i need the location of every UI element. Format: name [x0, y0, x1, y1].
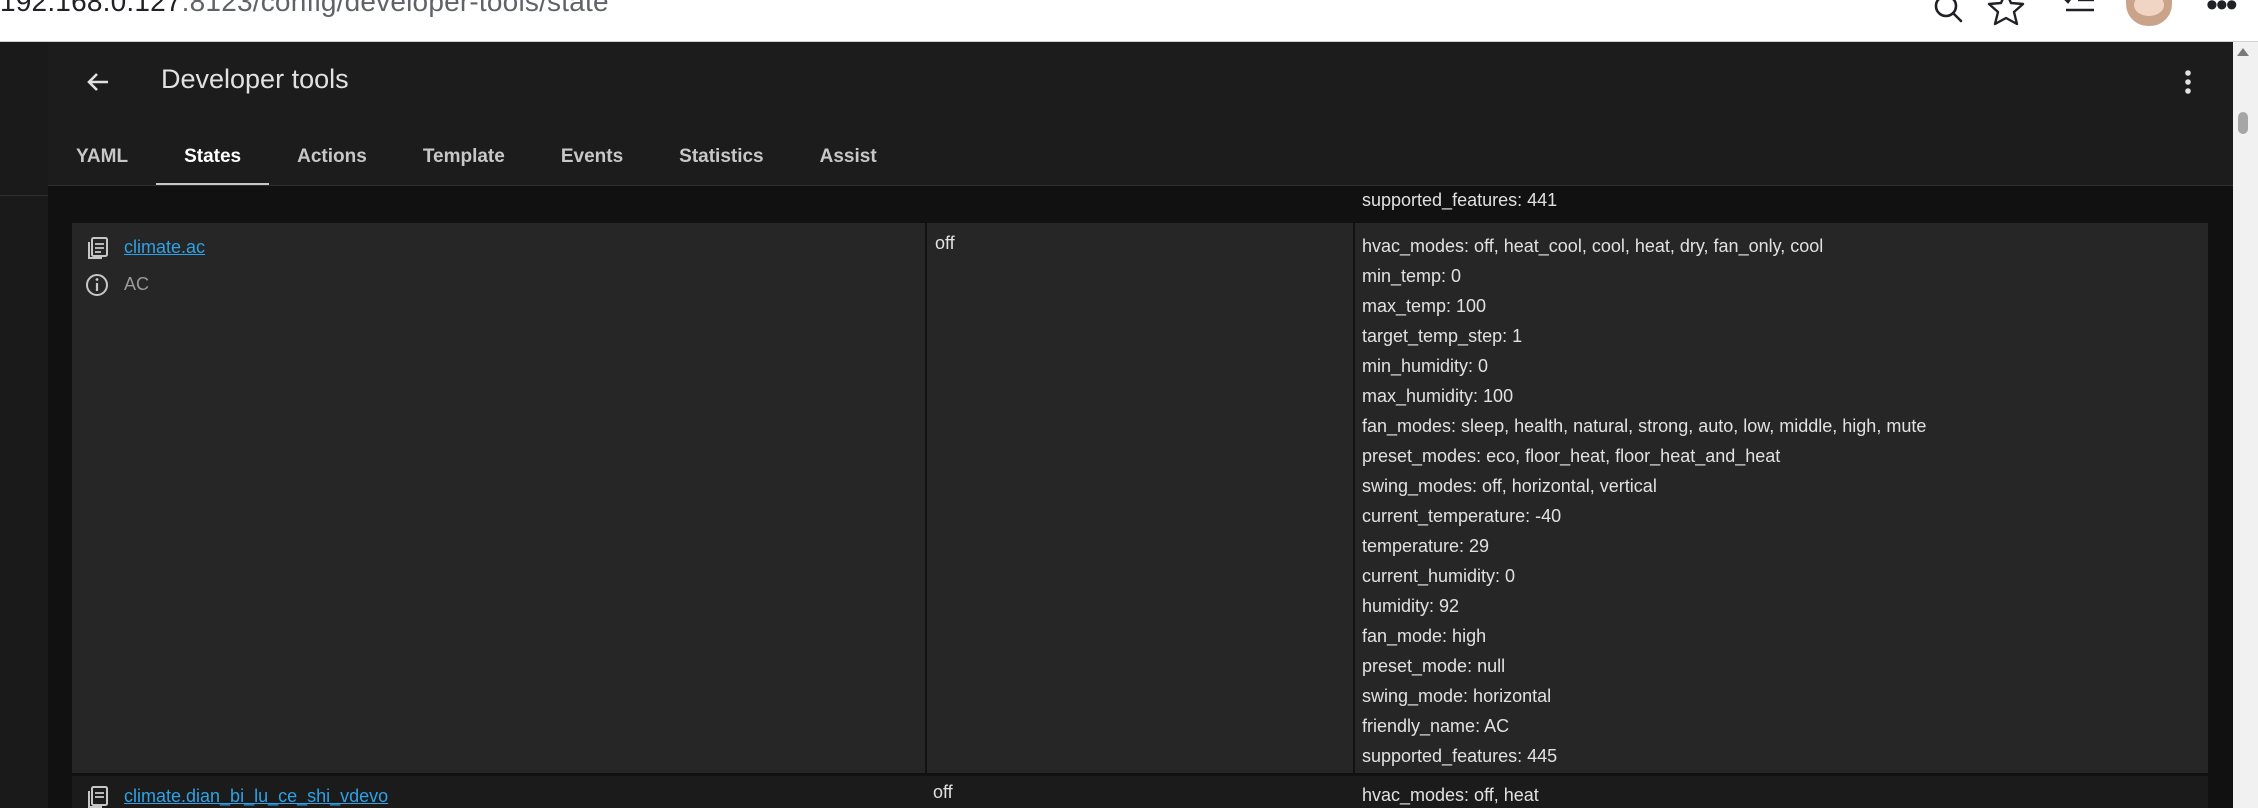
entity-cell: climate.dian_bi_lu_ce_shi_vdevo	[72, 776, 922, 808]
url-path: :8123/config/developer-tools/state	[181, 0, 609, 17]
attributes-cell: hvac_modes: off, heat_cool, cool, heat, …	[1354, 223, 2208, 773]
state-cell: off	[925, 776, 1351, 808]
attribute-line: max_temp: 100	[1362, 296, 1487, 316]
scrollbar-thumb[interactable]	[2238, 112, 2248, 134]
url-field[interactable]: 192.168.0.127:8123/config/developer-tool…	[0, 0, 609, 18]
tab-template[interactable]: Template	[395, 137, 533, 185]
attribute-line: friendly_name: AC	[1362, 716, 1510, 736]
attribute-line: min_temp: 0	[1362, 266, 1462, 286]
sidebar-divider	[0, 195, 48, 196]
table-row: climate.ac AC off hvac_modes: off, heat_…	[72, 223, 2208, 773]
state-cell: off	[925, 223, 1355, 773]
tab-events[interactable]: Events	[533, 137, 651, 185]
tab-states[interactable]: States	[156, 137, 270, 185]
attribute-line: supported_features: 445	[1362, 746, 1558, 766]
entity-id-link[interactable]: climate.dian_bi_lu_ce_shi_vdevo	[124, 786, 388, 807]
tab-bar: YAML States Actions Template Events Stat…	[76, 137, 905, 185]
attribute-line: current_temperature: -40	[1362, 506, 1562, 526]
attribute-line: max_humidity: 100	[1362, 386, 1514, 406]
sidebar	[0, 42, 49, 808]
clipboard-copy-icon[interactable]	[84, 235, 110, 261]
attribute-line: fan_modes: sleep, health, natural, stron…	[1362, 416, 1927, 436]
attribute-line: hvac_modes: off, heat	[1362, 785, 1539, 805]
search-icon[interactable]	[1928, 0, 1972, 30]
browser-more-icon[interactable]: •••	[2206, 0, 2238, 25]
tab-actions[interactable]: Actions	[269, 137, 395, 185]
entity-friendly-name: AC	[124, 274, 150, 294]
developer-tools-panel: Developer tools YAML States Actions Temp…	[48, 42, 2233, 808]
attribute-line: target_temp_step: 1	[1362, 326, 1523, 346]
state-value: off	[935, 233, 955, 253]
url-host: 192.168.0.127	[0, 0, 182, 17]
tab-assist[interactable]: Assist	[792, 137, 905, 185]
star-icon[interactable]	[1984, 0, 2028, 30]
tab-yaml[interactable]: YAML	[76, 137, 156, 185]
table-row: climate.dian_bi_lu_ce_shi_vdevo off hvac…	[72, 776, 2208, 808]
attribute-line: swing_modes: off, horizontal, vertical	[1362, 476, 1657, 496]
attribute-list: hvac_modes: off, heat	[1362, 780, 1539, 808]
clipboard-copy-icon[interactable]	[84, 784, 110, 808]
browser-address-bar: 192.168.0.127:8123/config/developer-tool…	[0, 0, 2258, 42]
attribute-line: preset_mode: null	[1362, 656, 1506, 676]
info-icon[interactable]	[84, 272, 110, 298]
reading-list-icon[interactable]	[2058, 0, 2102, 30]
states-table[interactable]: supported_features: 441 climate.ac AC of…	[48, 186, 2233, 808]
state-value: off	[933, 782, 953, 802]
entity-cell: climate.ac AC	[72, 223, 922, 773]
dots-vertical-icon[interactable]	[2168, 62, 2208, 102]
attribute-list: hvac_modes: off, heat_cool, cool, heat, …	[1362, 231, 1926, 771]
page-title: Developer tools	[161, 64, 349, 94]
app-toolbar: Developer tools YAML States Actions Temp…	[48, 42, 2233, 186]
attribute-line: supported_features: 441	[1362, 190, 1558, 210]
attribute-line: hvac_modes: off, heat_cool, cool, heat, …	[1362, 236, 1824, 256]
attribute-line: current_humidity: 0	[1362, 566, 1516, 586]
attribute-line: swing_mode: horizontal	[1362, 686, 1552, 706]
avatar[interactable]	[2126, 0, 2172, 26]
scroll-up-icon[interactable]	[2237, 48, 2249, 56]
attribute-line: temperature: 29	[1362, 536, 1490, 556]
attribute-line: humidity: 92	[1362, 596, 1460, 616]
entity-id-link[interactable]: climate.ac	[124, 237, 205, 258]
tab-statistics[interactable]: Statistics	[651, 137, 791, 185]
scrollbar[interactable]	[2233, 42, 2258, 808]
attribute-line: fan_mode: high	[1362, 626, 1487, 646]
attribute-line: preset_modes: eco, floor_heat, floor_hea…	[1362, 446, 1781, 466]
arrow-left-icon[interactable]	[78, 62, 118, 102]
attributes-cell: hvac_modes: off, heat	[1354, 776, 2208, 808]
attribute-line: min_humidity: 0	[1362, 356, 1489, 376]
